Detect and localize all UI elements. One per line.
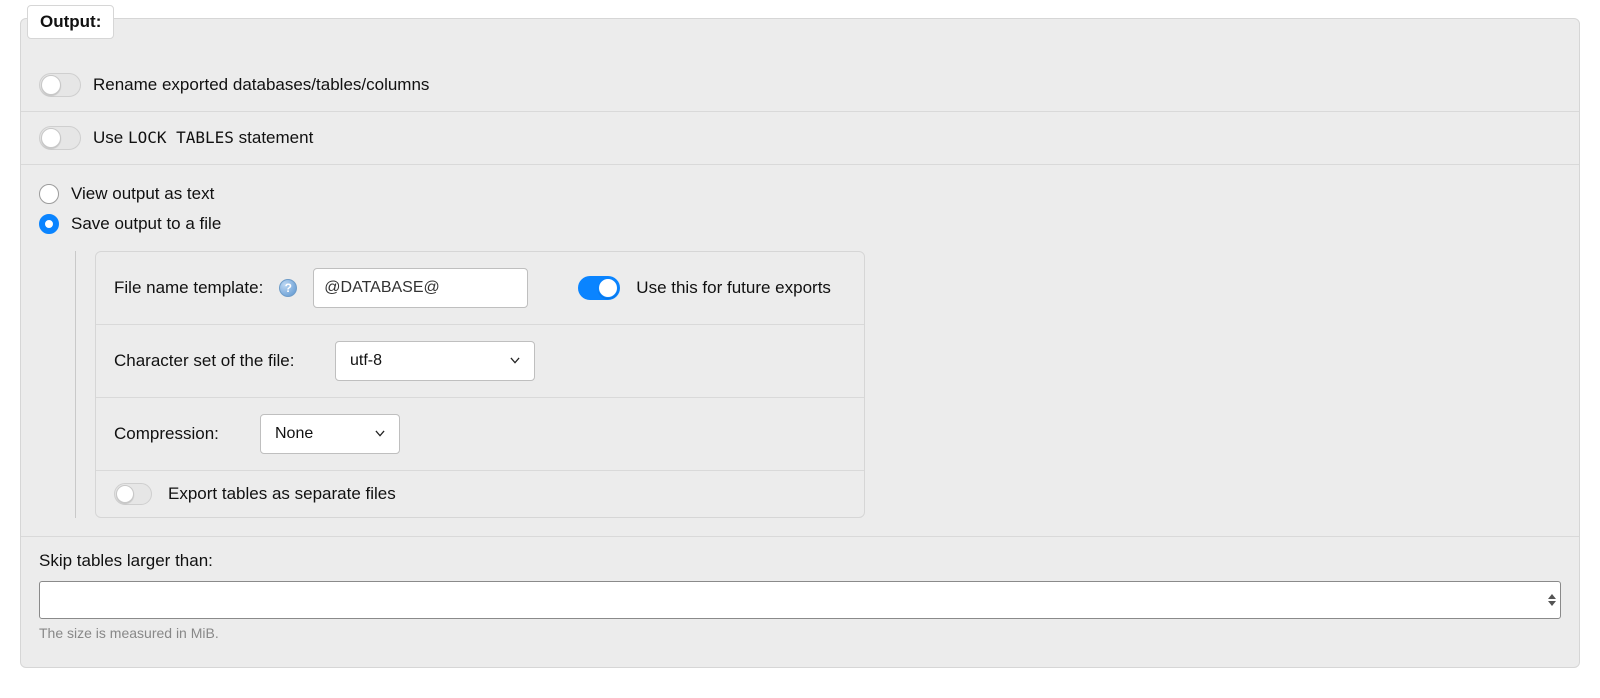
rename-label: Rename exported databases/tables/columns xyxy=(93,75,429,95)
toggle-knob-icon xyxy=(41,128,61,148)
lock-tables-label-pre: Use xyxy=(93,128,128,147)
lock-tables-label: Use LOCK TABLES statement xyxy=(93,128,313,148)
save-to-file-label: Save output to a file xyxy=(71,214,221,234)
toggle-knob-icon xyxy=(598,278,618,298)
filename-template-row: File name template: ? Use this for futur… xyxy=(96,252,864,325)
lock-tables-label-post: statement xyxy=(234,128,313,147)
view-as-text-label: View output as text xyxy=(71,184,214,204)
charset-select[interactable]: utf-8 xyxy=(335,341,535,381)
skip-tables-label: Skip tables larger than: xyxy=(39,551,1561,571)
chevron-down-icon xyxy=(373,426,387,440)
skip-tables-field xyxy=(39,581,1561,619)
chevron-down-icon xyxy=(508,353,522,367)
lock-tables-code: LOCK TABLES xyxy=(128,128,234,147)
filename-template-input[interactable] xyxy=(313,268,528,308)
save-file-subsection: File name template: ? Use this for futur… xyxy=(21,251,1579,536)
compression-select[interactable]: None xyxy=(260,414,400,454)
save-file-panel: File name template: ? Use this for futur… xyxy=(95,251,865,518)
separate-files-toggle[interactable] xyxy=(114,483,152,505)
charset-row: Character set of the file: utf-8 xyxy=(96,325,864,398)
stepper-up-icon[interactable] xyxy=(1547,592,1557,600)
save-to-file-option[interactable]: Save output to a file xyxy=(39,209,1561,239)
toggle-knob-icon xyxy=(116,485,134,503)
skip-tables-section: Skip tables larger than: The size is mea… xyxy=(21,536,1579,647)
view-as-text-radio[interactable] xyxy=(39,184,59,204)
compression-row: Compression: None xyxy=(96,398,864,471)
future-exports-label: Use this for future exports xyxy=(636,278,831,298)
toggle-knob-icon xyxy=(41,75,61,95)
rename-row: Rename exported databases/tables/columns xyxy=(21,59,1579,112)
skip-tables-input[interactable] xyxy=(39,581,1561,619)
lock-tables-toggle[interactable] xyxy=(39,126,81,150)
charset-label: Character set of the file: xyxy=(114,351,319,371)
section-title: Output: xyxy=(40,12,101,31)
charset-value: utf-8 xyxy=(350,352,382,370)
tree-guide-line xyxy=(75,251,76,518)
help-icon[interactable]: ? xyxy=(279,279,297,297)
output-panel: Output: Rename exported databases/tables… xyxy=(20,18,1580,668)
output-mode-group: View output as text Save output to a fil… xyxy=(21,165,1579,251)
view-as-text-option[interactable]: View output as text xyxy=(39,179,1561,209)
save-to-file-radio[interactable] xyxy=(39,214,59,234)
lock-tables-row: Use LOCK TABLES statement xyxy=(21,112,1579,165)
stepper-down-icon[interactable] xyxy=(1547,600,1557,608)
separate-files-row: Export tables as separate files xyxy=(96,471,864,517)
future-exports-toggle[interactable] xyxy=(578,276,620,300)
skip-tables-help: The size is measured in MiB. xyxy=(39,625,1561,641)
filename-template-label: File name template: xyxy=(114,278,263,298)
skip-tables-stepper[interactable] xyxy=(1547,592,1557,608)
separate-files-label: Export tables as separate files xyxy=(168,484,396,504)
compression-value: None xyxy=(275,425,313,443)
rename-toggle[interactable] xyxy=(39,73,81,97)
compression-label: Compression: xyxy=(114,424,244,444)
section-legend: Output: xyxy=(27,5,114,39)
